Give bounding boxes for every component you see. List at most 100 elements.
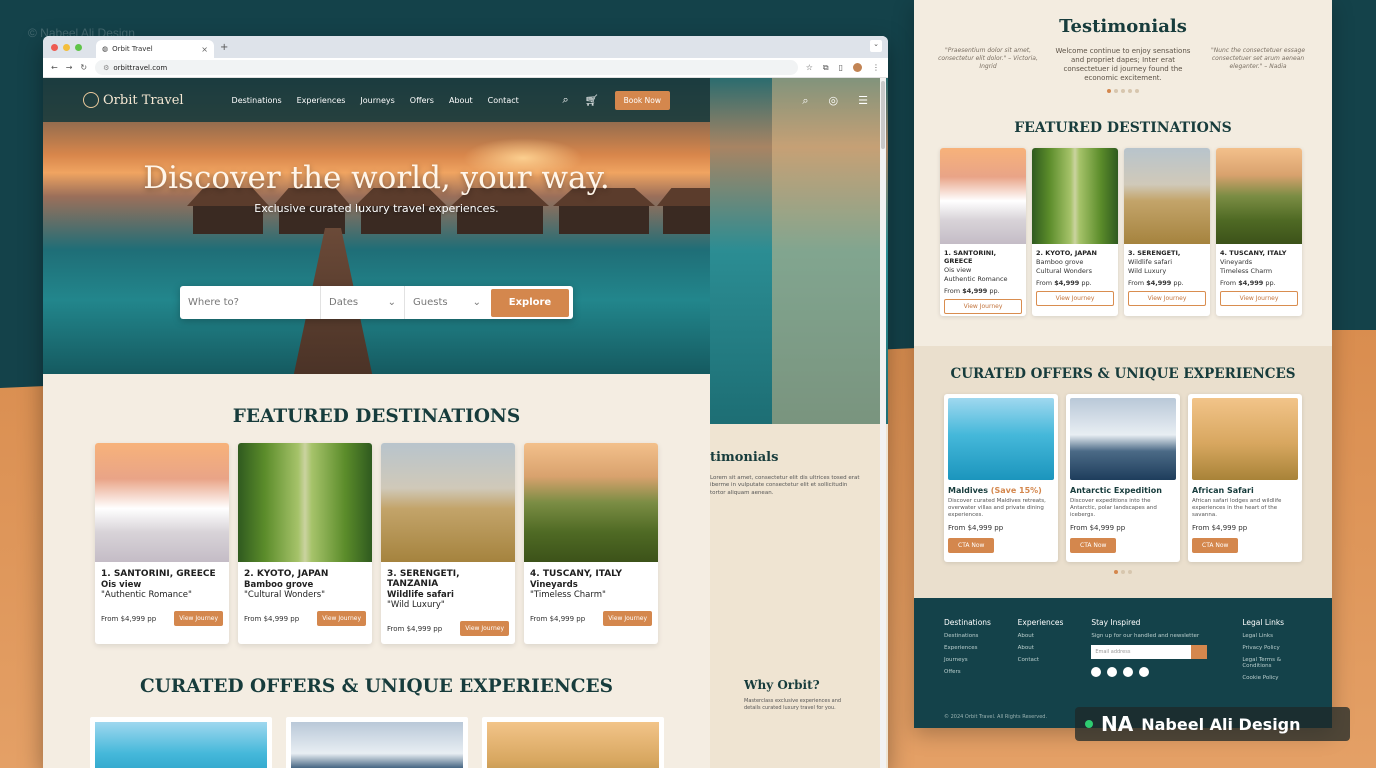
youtube-icon[interactable]: [1139, 667, 1150, 677]
tab-menu-icon[interactable]: ⌄: [870, 40, 882, 52]
footer-link[interactable]: Legal Links: [1242, 633, 1302, 639]
footer-link[interactable]: Journeys: [944, 657, 1004, 663]
offer-title: Maldives (Save 15%): [948, 486, 1042, 495]
card-quote: Timeless Charm: [1220, 267, 1273, 275]
footer-link[interactable]: Cookie Policy: [1242, 675, 1302, 681]
footer-link[interactable]: Legal Terms & Conditions: [1242, 657, 1302, 669]
view-journey-button[interactable]: View Journey: [944, 299, 1022, 314]
book-now-button[interactable]: Book Now: [614, 90, 670, 110]
email-field[interactable]: Email address: [1091, 645, 1218, 659]
footer-link[interactable]: Destinations: [944, 633, 1004, 639]
destination-card[interactable]: 3. SERENGETI, TANZANIA Wildlife safari "…: [381, 443, 515, 644]
footer-heading: Experiences: [1017, 618, 1064, 627]
maximize-dot[interactable]: [75, 43, 82, 51]
arrow-icon[interactable]: [1191, 645, 1208, 659]
nav-item-about[interactable]: About: [449, 96, 473, 105]
footer-col-legal: Legal Links Legal Links Privacy Policy L…: [1242, 618, 1302, 687]
dates-select[interactable]: Dates ⌄: [321, 286, 405, 319]
footer-link[interactable]: About: [1018, 633, 1078, 639]
new-tab-icon[interactable]: +: [220, 42, 228, 53]
back-icon[interactable]: ←: [51, 63, 58, 72]
cta-now-button[interactable]: CTA Now: [1192, 538, 1239, 554]
offer-card[interactable]: African Safari African safari lodges and…: [1188, 394, 1302, 562]
right-offers-section: CURATED OFFERS & UNIQUE EXPERIENCES Mald…: [914, 346, 1332, 598]
right-dest-card[interactable]: 4. TUSCANY, ITALY Vineyards Timeless Cha…: [1216, 148, 1302, 316]
nav-item-journeys[interactable]: Journeys: [360, 96, 394, 105]
url-field[interactable]: ⚙ orbittravel.com: [95, 60, 798, 75]
guests-select[interactable]: Guests ⌄: [405, 286, 489, 319]
right-dest-card[interactable]: 1. SANTORINI, GREECE Ois view Authentic …: [940, 148, 1026, 316]
featured-heading: FEATURED DESTINATIONS: [232, 406, 521, 427]
maldives-image: [94, 722, 267, 768]
scrollbar-thumb[interactable]: [881, 81, 885, 149]
browser-tab[interactable]: ◍ Orbit Travel ×: [96, 40, 214, 58]
cart-icon[interactable]: 🛒︎: [585, 94, 599, 107]
destination-card[interactable]: 1. SANTORINI, GREECE Ois view "Authentic…: [95, 443, 229, 644]
offer-card[interactable]: Maldives (Save 15%) Discover curated Mal…: [944, 394, 1058, 562]
nav-item-destinations[interactable]: Destinations: [232, 96, 282, 105]
newsletter-text: Sign up for our handled and newsletter: [1091, 633, 1200, 639]
offer-card[interactable]: [89, 717, 272, 768]
offer-card[interactable]: Antarctic Expedition Discover expedition…: [1066, 394, 1180, 562]
view-journey-button[interactable]: View Journey: [460, 621, 509, 636]
offer-desc: African safari lodges and wildlife exper…: [1192, 498, 1282, 519]
instagram-icon[interactable]: [1107, 667, 1118, 677]
why-heading: Why Orbit?: [744, 678, 820, 692]
carousel-dots[interactable]: [914, 89, 1332, 94]
offer-card[interactable]: [285, 717, 468, 768]
view-journey-button[interactable]: View Journey: [317, 611, 366, 626]
right-featured-section: FEATURED DESTINATIONS 1. SANTORINI, GREE…: [914, 100, 1332, 346]
close-tab-icon[interactable]: ×: [201, 45, 208, 54]
card-title: 2. KYOTO, JAPAN: [244, 569, 329, 579]
nav-item-contact[interactable]: Contact: [488, 96, 519, 105]
close-dot[interactable]: [51, 43, 58, 51]
offers-dots[interactable]: [938, 570, 1308, 574]
destination-input[interactable]: Where to?: [180, 286, 321, 319]
extensions-icon[interactable]: ⧉: [823, 63, 829, 73]
profile-avatar[interactable]: [853, 62, 862, 72]
search-icon[interactable]: ⌕: [562, 93, 568, 107]
footer-link[interactable]: Contact: [1018, 657, 1078, 663]
destination-card[interactable]: 4. TUSCANY, ITALY Vineyards "Timeless Ch…: [524, 443, 658, 644]
cta-now-button[interactable]: CTA Now: [948, 538, 995, 554]
minimize-dot[interactable]: [63, 43, 70, 51]
offer-card[interactable]: [481, 717, 664, 768]
reload-icon[interactable]: ↻: [80, 63, 87, 72]
view-journey-button[interactable]: View Journey: [174, 611, 223, 626]
orbit-logo-icon: [83, 92, 99, 108]
right-dest-card[interactable]: 2. KYOTO, JAPAN Bamboo grove Cultural Wo…: [1032, 148, 1118, 316]
cta-now-button[interactable]: CTA Now: [1070, 538, 1117, 554]
url-text: orbittravel.com: [113, 63, 168, 72]
card-title: 1. SANTORINI, GREECE: [944, 249, 997, 265]
why-orbit: Why Orbit? Masterclass exclusive experie…: [744, 678, 844, 712]
view-journey-button[interactable]: View Journey: [1128, 291, 1206, 306]
view-journey-button[interactable]: View Journey: [1036, 291, 1114, 306]
card-quote: "Timeless Charm": [530, 590, 606, 600]
card-price: From $4,999 pp: [101, 614, 157, 623]
logo[interactable]: Orbit Travel: [83, 92, 184, 108]
right-featured-heading: FEATURED DESTINATIONS: [1014, 120, 1232, 136]
sidebar-icon[interactable]: ▯: [839, 63, 843, 73]
footer-link[interactable]: Offers: [944, 669, 1004, 675]
footer-link[interactable]: About: [1018, 645, 1078, 651]
scrollbar[interactable]: [880, 78, 886, 768]
explore-button[interactable]: Explore: [491, 288, 569, 317]
x-icon[interactable]: [1123, 667, 1134, 677]
right-dest-card[interactable]: 3. SERENGETI, Wildlife safari Wild Luxur…: [1124, 148, 1210, 316]
search-icon[interactable]: ⌕: [802, 94, 808, 108]
view-journey-button[interactable]: View Journey: [1220, 291, 1298, 306]
nav-item-offers[interactable]: Offers: [410, 96, 434, 105]
forward-icon[interactable]: →: [66, 63, 73, 72]
nav-item-experiences[interactable]: Experiences: [297, 96, 346, 105]
footer-link[interactable]: Experiences: [944, 645, 1004, 651]
card-sub: Vineyards: [1220, 258, 1253, 266]
facebook-icon[interactable]: [1091, 667, 1102, 677]
bookmark-star-icon[interactable]: ☆: [806, 63, 813, 73]
destination-card[interactable]: 2. KYOTO, JAPAN Bamboo grove "Cultural W…: [238, 443, 372, 644]
hamburger-menu-icon[interactable]: ☰: [858, 94, 868, 108]
view-journey-button[interactable]: View Journey: [603, 611, 652, 626]
site-info-icon[interactable]: ⚙: [103, 64, 109, 72]
instagram-icon[interactable]: ◎: [829, 94, 839, 108]
footer-link[interactable]: Privacy Policy: [1242, 645, 1302, 651]
kebab-menu-icon[interactable]: ⋮: [872, 63, 880, 73]
